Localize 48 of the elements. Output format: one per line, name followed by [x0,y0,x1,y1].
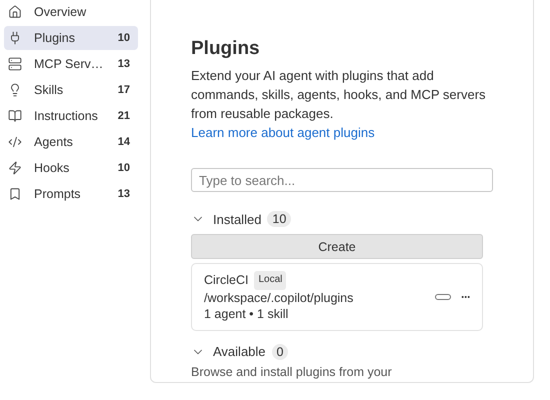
section-title[interactable]: Available [213,344,266,359]
count-label: 21 [118,110,130,122]
create-button[interactable]: Create [191,234,483,259]
sidebar-item-label: Plugins [34,31,76,45]
sidebar-item[interactable]: Plugins 10 [4,26,138,50]
plugin-summary: 1 agent • 1 skill [204,306,290,322]
sidebar-item-label: Overview [34,5,88,19]
house-icon [8,5,22,19]
lightning-icon [8,161,22,175]
sidebar-item[interactable]: Hooks 10 [4,156,138,180]
bookmark-icon [8,187,22,201]
sidebar-item-label: Prompts [34,187,82,201]
search-field[interactable]: Type to search... [191,168,493,192]
code-icon [8,135,22,149]
count-badge: 10 [267,211,292,227]
plug-icon [8,31,22,45]
count-label: 13 [118,188,130,200]
server-icon [8,57,22,71]
sidebar-item[interactable]: Prompts 13 [4,182,138,206]
toggle-icon[interactable] [435,294,451,300]
count-badge: 0 [272,344,288,360]
lightbulb-icon [8,83,22,97]
sidebar-item[interactable]: MCP Serv… 13 [4,52,138,76]
page-description: Extend your AI agent with plugins that add commands, skills, agents, hooks, and MCP servers from reusable packages. [191,67,487,123]
count-label: 13 [118,58,130,70]
book-icon [8,109,22,123]
sidebar-item-label: Skills [34,83,64,97]
sidebar-item[interactable]: Instructions 21 [4,104,138,128]
sidebar-item[interactable]: Overview [4,0,138,24]
sidebar-item-label: Instructions [34,109,99,123]
sidebar-item[interactable]: Skills 17 [4,78,138,102]
plugin-path: /workspace/.copilot/plugins [204,290,354,306]
count-label: 14 [118,136,130,148]
sidebar-item[interactable]: Agents 14 [4,130,138,154]
sidebar-item-label: Agents [34,135,74,149]
more-button[interactable]: ··· [461,290,470,304]
plugin-name: CircleCI [204,272,248,288]
section-text: Browse and install plugins from your [191,364,393,378]
learn-more-link[interactable]: Learn more about agent plugins [191,123,375,142]
section-title[interactable]: Installed [213,212,262,226]
count-label: 10 [118,32,130,44]
sidebar-item-label: MCP Serv… [34,57,104,71]
sidebar-item-label: Hooks [34,161,70,175]
page-title: Plugins [191,38,261,60]
plugin-card[interactable]: CircleCI Local /workspace/.copilot/plugins 1 agent • 1 skill ··· [191,263,483,330]
plugin-tag: Local [254,271,286,290]
count-label: 10 [118,162,130,174]
count-label: 17 [118,84,130,96]
